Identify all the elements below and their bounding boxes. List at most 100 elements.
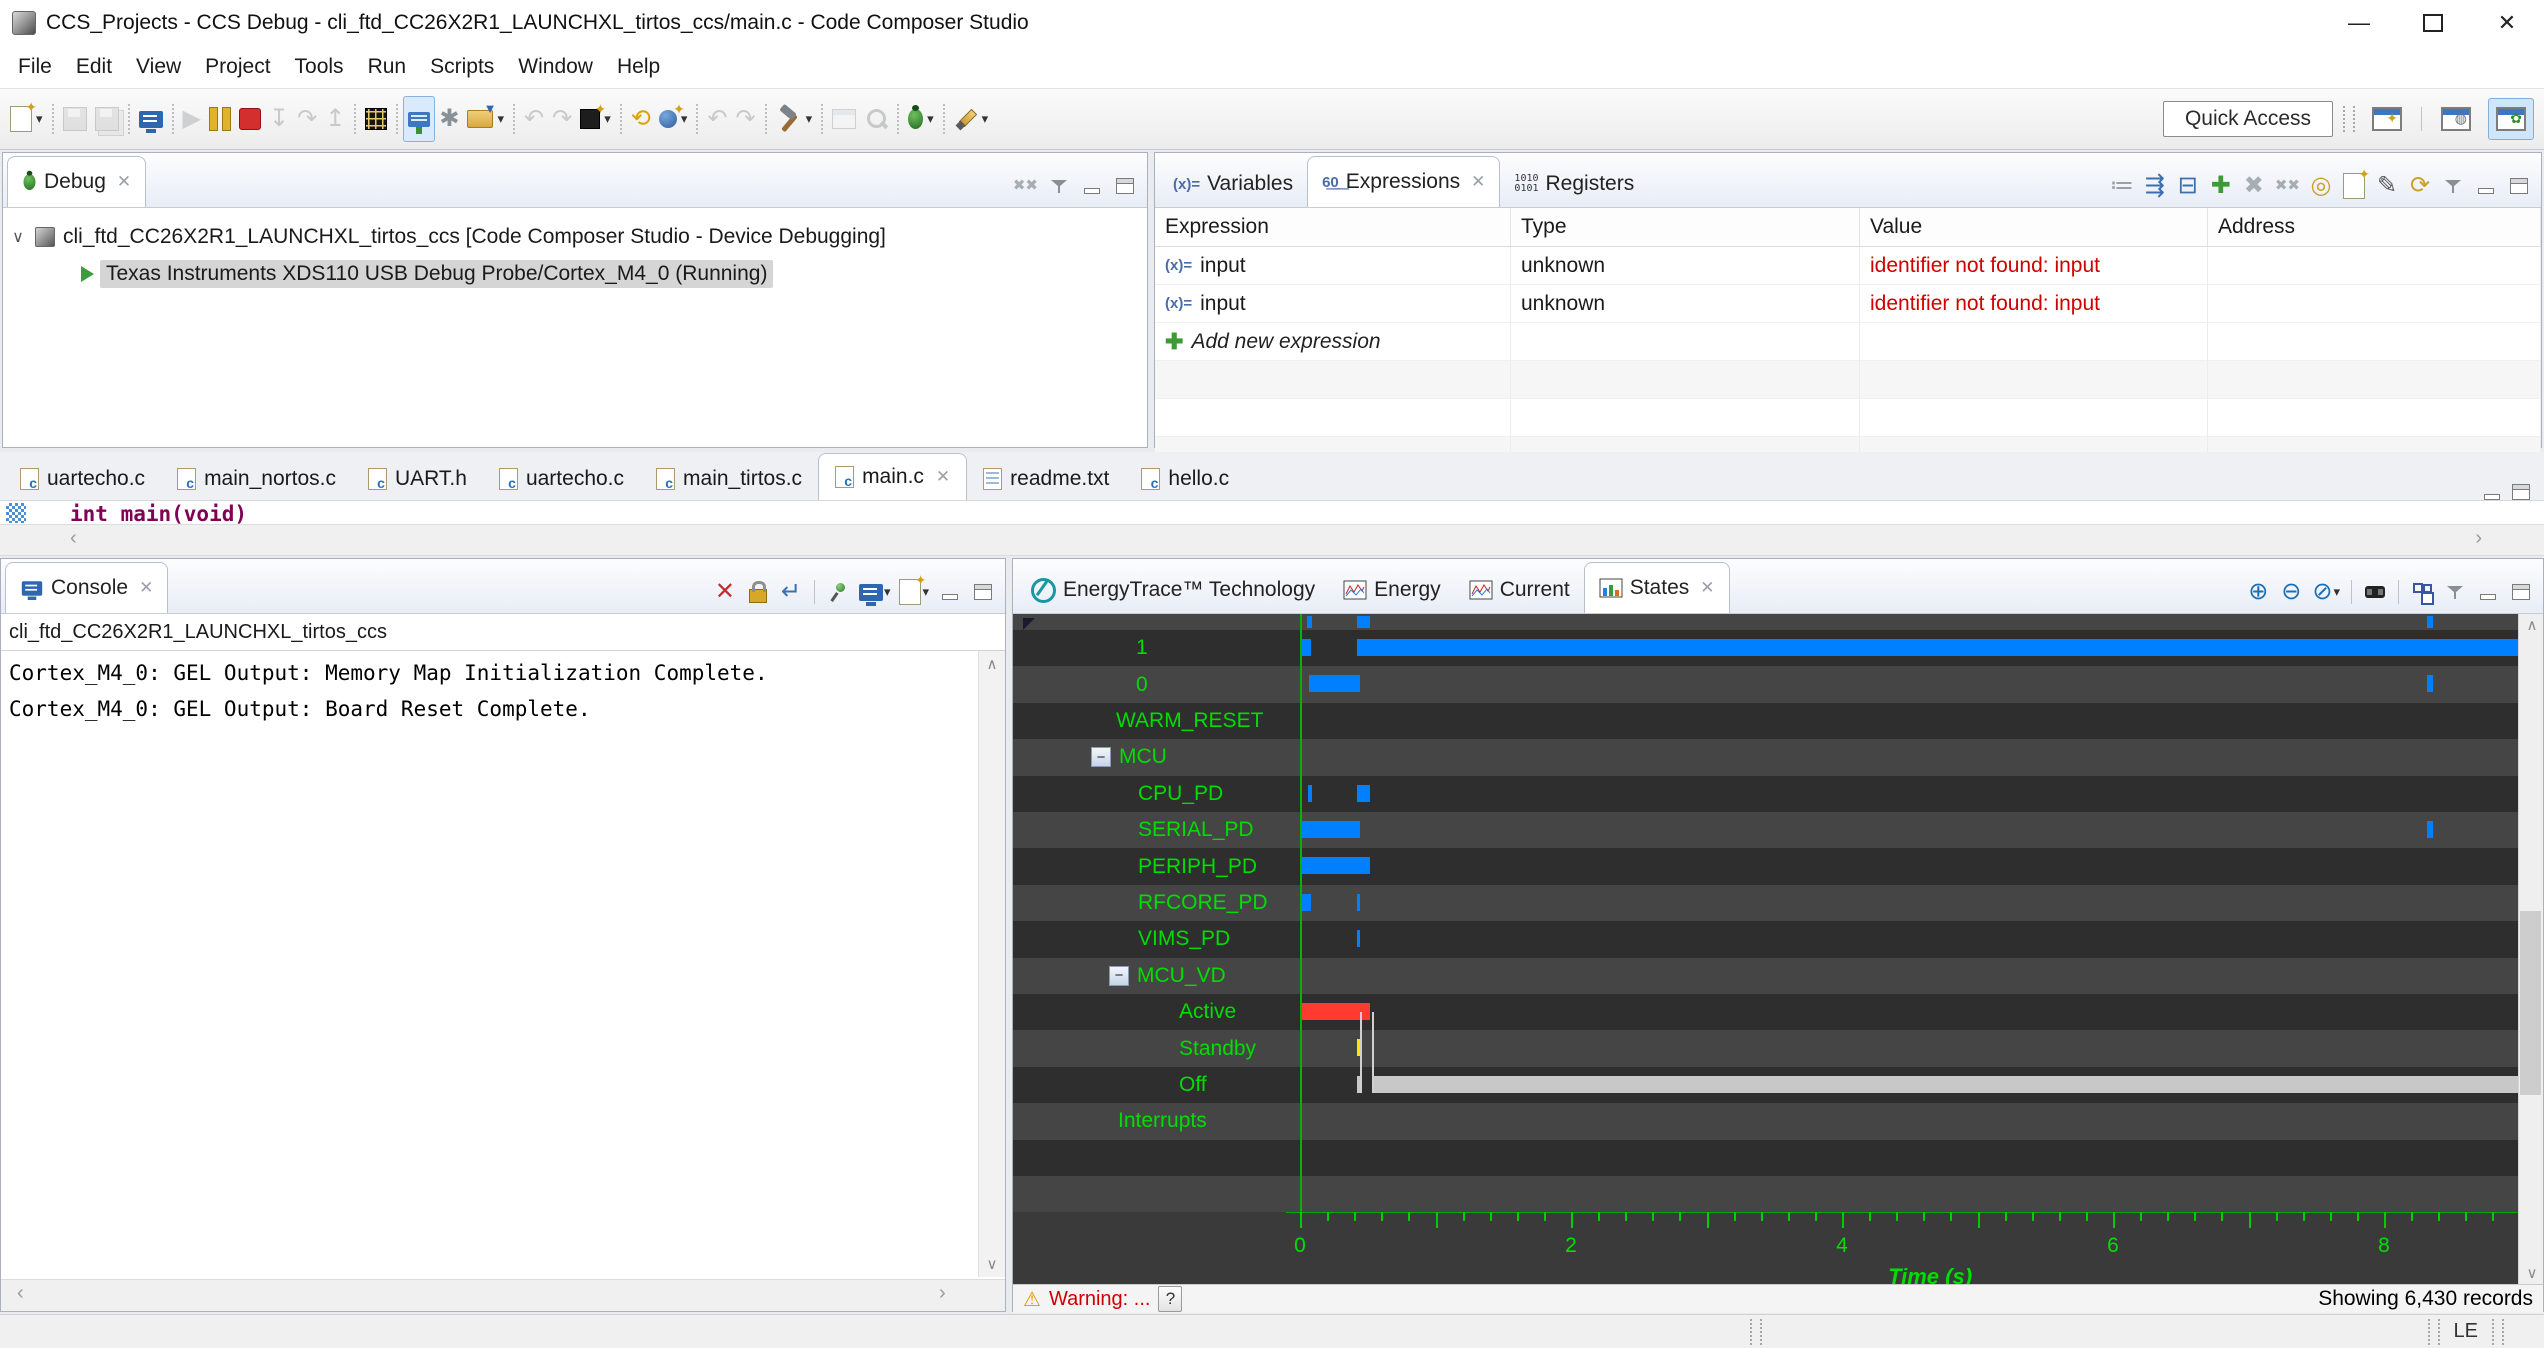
editor-tab-uartecho-c[interactable]: uartecho.c <box>483 458 640 500</box>
load-program-button[interactable]: ▾ <box>463 97 508 141</box>
column-header-value[interactable]: Value <box>1860 208 2208 246</box>
close-icon[interactable]: ✕ <box>1700 578 1714 598</box>
console-horizontal-scrollbar[interactable]: ‹ › <box>1 1279 1005 1311</box>
tab-debug[interactable]: Debug ✕ <box>7 156 146 207</box>
editor-tab-main-c[interactable]: main.c✕ <box>818 453 967 500</box>
editor-code-sliver[interactable]: int main(void) <box>0 500 2544 525</box>
show-logical-structure-button[interactable]: ⇶ <box>2143 173 2167 199</box>
tab-console[interactable]: Console ✕ <box>5 562 168 613</box>
edit-expression-button[interactable]: ✎ <box>2375 173 2399 199</box>
view-menu-button[interactable] <box>2443 579 2467 605</box>
menu-edit[interactable]: Edit <box>64 50 124 84</box>
step-return-button[interactable]: ↥ <box>321 97 349 141</box>
debug-tree-item[interactable]: Texas Instruments XDS110 USB Debug Probe… <box>3 255 1147 292</box>
tab-registers[interactable]: 10100101Registers <box>1500 161 1648 207</box>
collapse-icon[interactable]: − <box>1109 966 1129 986</box>
cpu-reset-button[interactable]: ▾ <box>655 97 692 141</box>
open-perspective-button[interactable]: ✦ <box>2365 99 2409 139</box>
restart-button[interactable]: ⟲ <box>627 97 655 141</box>
close-icon[interactable]: ✕ <box>139 578 153 598</box>
target-configurations-button[interactable]: ✱ <box>435 97 463 141</box>
editor-tab-main_nortos-c[interactable]: main_nortos.c <box>161 458 352 500</box>
expression-row[interactable]: (x)=inputunknownidentifier not found: in… <box>1155 247 2541 285</box>
step-over-button[interactable]: ↷ <box>293 97 321 141</box>
minimize-button[interactable] <box>2474 173 2498 199</box>
toolbar-drag-handle[interactable] <box>2343 106 2355 132</box>
minimize-button[interactable] <box>1080 173 1104 199</box>
maximize-button[interactable] <box>2507 173 2531 199</box>
editor-tab-hello-c[interactable]: hello.c <box>1125 458 1245 500</box>
state-row-label[interactable]: −MCU_VD <box>1109 958 1226 994</box>
remove-expression-button[interactable]: ✖ <box>2242 173 2266 199</box>
step-back-over-button[interactable]: ↷ <box>548 97 576 141</box>
profile-device-button[interactable]: ▾ <box>576 97 615 141</box>
collapse-all-icon[interactable] <box>1023 618 1035 630</box>
debug-tree-item[interactable]: ∨cli_ftd_CC26X2R1_LAUNCHXL_tirtos_ccs [C… <box>3 218 1147 255</box>
remove-all-terminated-button[interactable]: ✖✖ <box>1013 173 1038 199</box>
build-button[interactable]: ▾ <box>772 97 817 141</box>
maximize-icon[interactable] <box>2512 484 2530 500</box>
status-drag-handle[interactable] <box>2492 1319 2504 1345</box>
expression-row[interactable]: ✚Add new expression <box>1155 323 2541 361</box>
zoom-fit-button[interactable]: ⊘▾ <box>2312 579 2340 605</box>
chevron-down-icon[interactable]: ▾ <box>927 111 934 127</box>
menu-project[interactable]: Project <box>193 50 282 84</box>
tab-expressions[interactable]: 6͟0͟Expressions✕ <box>1307 156 1500 207</box>
status-drag-handle[interactable] <box>2428 1319 2440 1345</box>
close-window-button[interactable]: ✕ <box>2470 0 2544 46</box>
view-menu-button[interactable] <box>1047 173 1071 199</box>
editor-tab-UART-h[interactable]: UART.h <box>352 458 483 500</box>
chevron-down-icon[interactable]: ▾ <box>497 111 504 127</box>
tree-expander-icon[interactable]: ∨ <box>3 227 33 247</box>
step-back-into-button[interactable]: ↶ <box>520 97 548 141</box>
clear-console-button[interactable]: ✕ <box>713 579 737 605</box>
chart-vertical-scrollbar[interactable]: ∧∨ <box>2518 614 2543 1284</box>
close-icon[interactable]: ✕ <box>936 467 950 487</box>
open-console-button[interactable]: ▾ <box>899 579 929 605</box>
save-all-button[interactable] <box>91 97 123 141</box>
tab-states[interactable]: States✕ <box>1584 562 1730 613</box>
scroll-down-icon[interactable]: ∨ <box>979 1255 1005 1273</box>
scroll-lock-button[interactable] <box>746 579 770 605</box>
new-target-configuration-button[interactable] <box>828 97 860 141</box>
console-output[interactable]: Cortex_M4_0: GEL Output: Memory Map Init… <box>1 651 1005 731</box>
chevron-down-icon[interactable]: ▾ <box>2333 584 2340 600</box>
menu-scripts[interactable]: Scripts <box>418 50 506 84</box>
show-hierarchy-button[interactable] <box>2410 579 2434 605</box>
highlight-source-button[interactable]: ▾ <box>950 97 993 141</box>
scroll-up-icon[interactable]: ∧ <box>979 655 1005 673</box>
menu-run[interactable]: Run <box>356 50 419 84</box>
quick-access-box[interactable]: Quick Access <box>2163 101 2333 137</box>
open-element-button[interactable] <box>860 97 892 141</box>
collapse-icon[interactable]: − <box>1091 747 1111 767</box>
back-button[interactable]: ↶ <box>703 97 731 141</box>
scroll-right-icon[interactable]: › <box>939 1282 946 1305</box>
zoom-out-button[interactable]: ⊖ <box>2279 579 2303 605</box>
tab-energytrace-technology[interactable]: EnergyTrace™ Technology <box>1017 567 1329 613</box>
scroll-right-icon[interactable]: › <box>2475 527 2482 550</box>
editor-tab-readme-txt[interactable]: readme.txt <box>967 458 1125 500</box>
column-header-address[interactable]: Address <box>2208 208 2541 246</box>
maximize-button[interactable] <box>971 579 995 605</box>
ccs-edit-perspective-button[interactable]: ◍ <box>2434 99 2478 139</box>
step-into-button[interactable]: ↧ <box>265 97 293 141</box>
word-wrap-button[interactable]: ↵ <box>779 579 803 605</box>
chevron-down-icon[interactable]: ▾ <box>982 111 989 127</box>
new-expressions-view-button[interactable] <box>2342 173 2366 199</box>
resume-button[interactable]: ▶ <box>179 97 205 141</box>
connect-target-button[interactable] <box>403 96 435 142</box>
number-format-button[interactable]: ◎ <box>2309 173 2333 199</box>
editor-tab-uartecho-c[interactable]: uartecho.c <box>4 458 161 500</box>
display-selected-console-button[interactable]: ▾ <box>859 579 891 605</box>
states-chart[interactable]: 210WARM_RESET−MCUCPU_PDSERIAL_PDPERIPH_P… <box>1013 614 2543 1284</box>
maximize-button[interactable] <box>2509 579 2533 605</box>
add-expression-button[interactable]: ✚ <box>2209 173 2233 199</box>
suspend-button[interactable] <box>205 97 235 141</box>
debug-button[interactable]: ▾ <box>904 97 938 141</box>
add-icon[interactable]: ✚ <box>1165 329 1183 355</box>
editor-horizontal-scrollbar[interactable]: ‹ › <box>0 524 2544 556</box>
view-registers-button[interactable] <box>361 97 391 141</box>
tab-variables[interactable]: (x)=Variables <box>1159 161 1307 207</box>
new-file-button[interactable]: ▾ <box>6 97 47 141</box>
scrollbar-thumb[interactable] <box>2520 911 2541 1095</box>
